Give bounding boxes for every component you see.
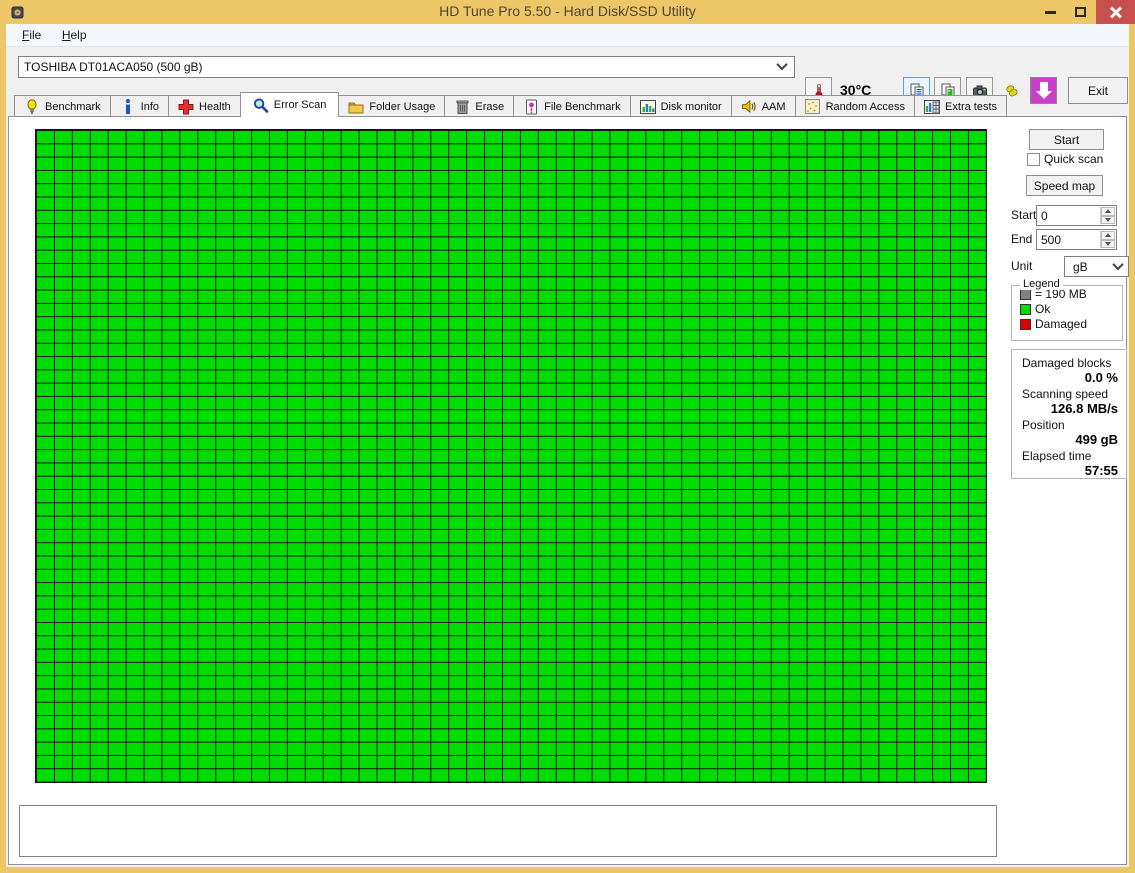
scan-stats-panel: Damaged blocks 0.0 % Scanning speed 126.… (1011, 349, 1127, 479)
tab-strip: Benchmark Info Health Error Scan Folder … (8, 92, 1127, 117)
quick-scan-row: Quick scan (1027, 152, 1103, 166)
tab-erase[interactable]: Erase (444, 95, 515, 117)
extra-tests-icon (924, 99, 941, 115)
end-field-spinner (1100, 231, 1115, 248)
minimize-icon (1044, 10, 1056, 14)
client-area: File Help TOSHIBA DT01ACA050 (500 gB) 30… (6, 24, 1129, 867)
error-scan-page: Start Quick scan Speed map Start 0 End 5… (8, 116, 1129, 865)
tab-label: Disk monitor (660, 100, 722, 113)
spin-down-button[interactable] (1101, 239, 1115, 248)
speed-map-button[interactable]: Speed map (1026, 175, 1103, 196)
menu-bar: File Help (6, 24, 1129, 47)
window-title: HD Tune Pro 5.50 - Hard Disk/SSD Utility (439, 3, 696, 19)
arrow-up-icon (1105, 233, 1111, 238)
magnifier-icon (253, 97, 269, 113)
damaged-blocks-label: Damaged blocks (1022, 356, 1112, 370)
benchmark-icon (24, 99, 40, 115)
tab-label: Random Access (825, 100, 906, 113)
damaged-swatch (1020, 319, 1031, 330)
position-value: 499 gB (1075, 432, 1118, 447)
end-field-input[interactable]: 500 (1036, 229, 1117, 250)
scanning-speed-label: Scanning speed (1022, 387, 1109, 401)
elapsed-time-value: 57:55 (1084, 463, 1118, 478)
tab-file-benchmark[interactable]: File Benchmark (513, 95, 631, 117)
bar-chart-icon (639, 99, 656, 115)
close-icon (1110, 6, 1122, 18)
info-icon (120, 99, 136, 115)
app-window: HD Tune Pro 5.50 - Hard Disk/SSD Utility… (0, 0, 1135, 873)
spin-up-button[interactable] (1101, 231, 1115, 240)
start-button-label: Start (1053, 132, 1080, 147)
start-field-value: 0 (1041, 208, 1048, 223)
tab-label: AAM (761, 100, 786, 113)
tab-disk-monitor[interactable]: Disk monitor (629, 95, 732, 117)
end-field-label: End (1011, 232, 1033, 246)
position-label: Position (1022, 418, 1065, 432)
damaged-blocks-value: 0.0 % (1084, 370, 1118, 385)
unit-value: gB (1073, 259, 1088, 274)
arrow-down-icon (1105, 241, 1111, 246)
tab-label: Extra tests (945, 100, 998, 113)
scanning-speed-value: 126.8 MB/s (1050, 401, 1118, 416)
tab-label: Benchmark (45, 100, 101, 113)
arrow-down-icon (1105, 217, 1111, 222)
tab-folder-usage[interactable]: Folder Usage (338, 95, 446, 117)
tab-label: File Benchmark (544, 100, 621, 113)
speed-map-label: Speed map (1033, 178, 1096, 193)
folder-icon (348, 99, 364, 115)
start-field-spinner (1100, 207, 1115, 224)
health-cross-icon (178, 99, 194, 115)
status-textbox[interactable] (19, 805, 997, 857)
tab-label: Erase (475, 100, 505, 113)
tab-label: Health (199, 100, 231, 113)
drive-selector-dropdown[interactable]: TOSHIBA DT01ACA050 (500 gB) (18, 56, 795, 78)
tab-label: Error Scan (273, 99, 327, 111)
random-dots-icon (805, 99, 821, 115)
menu-file[interactable]: File (22, 28, 41, 42)
legend-group: Legend = 190 MB Ok Damaged (1011, 278, 1123, 341)
block-size-swatch (1020, 289, 1031, 300)
toolbar: TOSHIBA DT01ACA050 (500 gB) 30°C Exit (6, 48, 1129, 104)
unit-dropdown[interactable]: gB (1064, 256, 1129, 277)
maximize-icon (1074, 7, 1086, 17)
legend-label: Damaged (1035, 317, 1088, 331)
tab-health[interactable]: Health (168, 95, 241, 117)
minimize-button[interactable] (1036, 0, 1064, 24)
quick-scan-checkbox[interactable] (1027, 152, 1040, 166)
arrow-up-icon (1105, 209, 1111, 214)
file-benchmark-icon (523, 99, 539, 115)
legend-label: Ok (1035, 302, 1051, 316)
spin-up-button[interactable] (1101, 207, 1115, 216)
drive-selector-value: TOSHIBA DT01ACA050 (500 gB) (24, 60, 203, 74)
chevron-down-icon (1112, 258, 1124, 271)
quick-scan-label: Quick scan (1044, 152, 1104, 166)
spin-down-button[interactable] (1101, 215, 1115, 224)
end-field-value: 500 (1041, 232, 1062, 247)
title-bar: HD Tune Pro 5.50 - Hard Disk/SSD Utility (0, 0, 1135, 24)
elapsed-time-label: Elapsed time (1022, 449, 1092, 463)
menu-help[interactable]: Help (62, 28, 87, 42)
start-field-label: Start (1011, 208, 1037, 222)
tab-aam[interactable]: AAM (730, 95, 796, 117)
tab-info[interactable]: Info (109, 95, 169, 117)
chevron-down-icon (776, 58, 788, 71)
legend-item-damaged: Damaged (1020, 318, 1122, 331)
tab-random-access[interactable]: Random Access (794, 95, 916, 117)
tab-label: Info (140, 100, 159, 113)
start-field-input[interactable]: 0 (1036, 205, 1117, 226)
tab-extra-tests[interactable]: Extra tests (914, 95, 1008, 117)
legend-item-ok: Ok (1020, 303, 1122, 316)
start-button[interactable]: Start (1029, 129, 1104, 150)
tab-label: Folder Usage (369, 100, 436, 113)
close-button[interactable] (1096, 0, 1135, 24)
ok-swatch (1020, 304, 1031, 315)
scan-map-grid[interactable] (35, 129, 987, 783)
speaker-icon (741, 99, 757, 115)
legend-title: Legend (1020, 278, 1063, 290)
unit-field-label: Unit (1011, 259, 1033, 273)
tab-error-scan[interactable]: Error Scan (239, 92, 340, 117)
tab-benchmark[interactable]: Benchmark (14, 95, 111, 117)
trash-icon (454, 99, 470, 115)
maximize-button[interactable] (1066, 0, 1094, 24)
